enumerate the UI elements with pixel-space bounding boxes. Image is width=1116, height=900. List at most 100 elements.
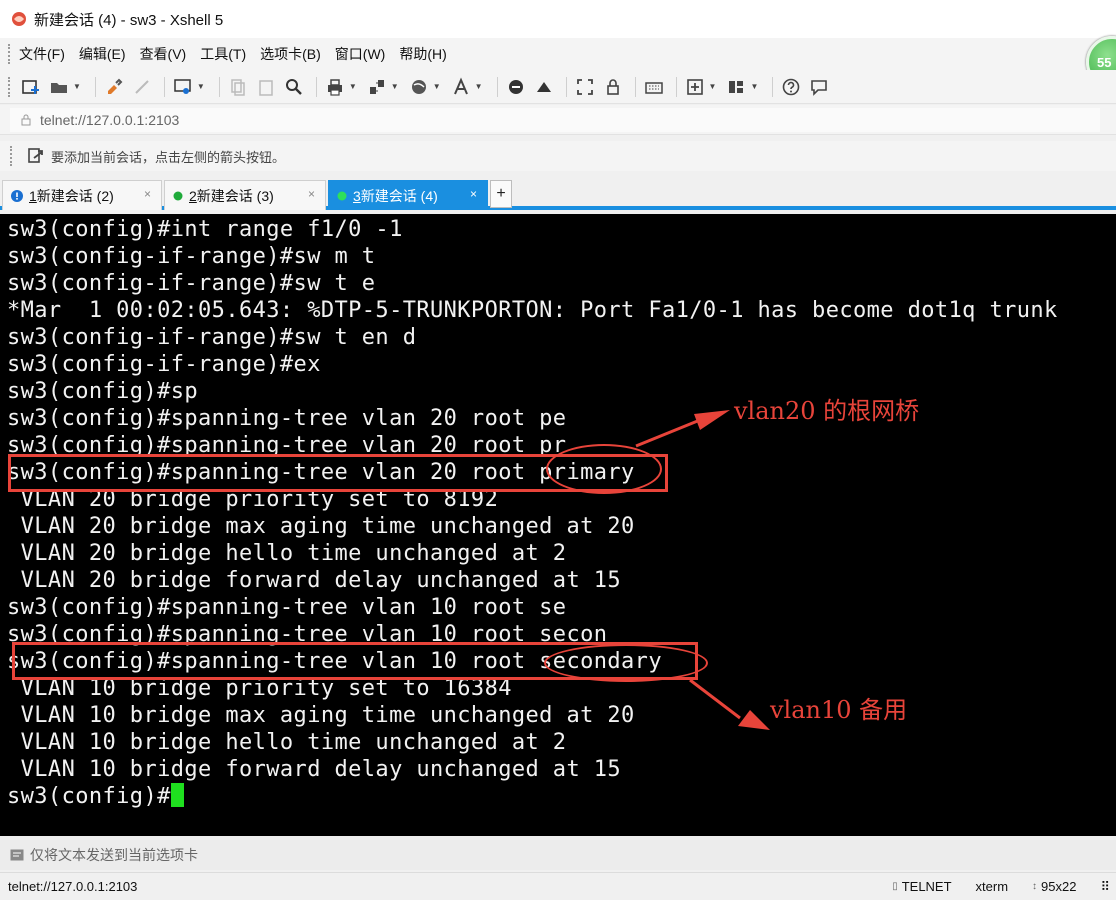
xftp-icon[interactable] <box>504 75 528 99</box>
menu-tabs[interactable]: 选项卡(B) <box>260 44 321 64</box>
menu-edit[interactable]: 编辑(E) <box>79 44 126 64</box>
menu-tools[interactable]: 工具(T) <box>200 44 246 64</box>
xshell-app-icon <box>12 12 26 26</box>
highlight-oval-secondary <box>544 644 708 682</box>
chat-icon[interactable] <box>807 75 831 99</box>
connected-status-icon <box>173 191 183 200</box>
status-bar: telnet://127.0.0.1:2103 ▯ TELNET xterm ↕ 9… <box>0 872 1116 900</box>
status-terminal-type: xterm <box>975 879 1009 894</box>
terminal-prompt: sw3(config)# <box>7 784 171 809</box>
terminal-line: VLAN 20 bridge max aging time unchanged … <box>7 514 635 539</box>
terminal-line: VLAN 10 bridge max aging time unchanged … <box>7 703 635 728</box>
highlight-oval-primary <box>546 444 662 494</box>
transfer-icon[interactable] <box>365 75 389 99</box>
annotation-vlan20-root: vlan20 的根网桥 <box>734 397 920 425</box>
transfer-dropdown-caret-icon[interactable]: ▼ <box>391 82 399 91</box>
terminal-prompt-line: sw3(config)# <box>7 783 184 810</box>
reconnect-icon[interactable] <box>102 75 126 99</box>
tab-label: 新建会话 (4) <box>360 187 438 204</box>
lock-icon[interactable] <box>601 75 625 99</box>
terminal-line: sw3(config-if-range)#sw m t <box>7 244 376 269</box>
keyboard-icon[interactable] <box>642 75 666 99</box>
terminal-cursor <box>170 783 184 807</box>
title-bar: 新建会话 (4) - sw3 - Xshell 5 <box>0 0 1116 38</box>
annotation-vlan10-backup: vlan10 备用 <box>770 696 908 724</box>
warning-icon <box>11 189 23 202</box>
protocol-lock-icon: ▯ <box>892 881 898 892</box>
print-icon[interactable] <box>323 75 347 99</box>
tab-bar: 1 新建会话 (2) × 2 新建会话 (3) × 3 新建会话 (4) × + <box>0 176 1116 210</box>
window-title: 新建会话 (4) - sw3 - Xshell 5 <box>34 11 224 29</box>
menu-help[interactable]: 帮助(H) <box>399 44 446 64</box>
tab-session-3[interactable]: 2 新建会话 (3) × <box>164 180 326 210</box>
layout-icon[interactable] <box>724 75 748 99</box>
terminal-line: VLAN 10 bridge forward delay unchanged a… <box>7 757 622 782</box>
toolbar: ▼ ▼ ▼ ▼ ▼ ▼ ▼ ▼ <box>0 70 1116 104</box>
tab-close-icon[interactable]: × <box>470 187 477 201</box>
tab-label: 新建会话 (2) <box>36 187 114 204</box>
terminal-line: VLAN 20 bridge hello time unchanged at 2 <box>7 541 567 566</box>
hint-text: 要添加当前会话，点击左侧的箭头按钮。 <box>51 149 286 165</box>
font-dropdown-caret-icon[interactable]: ▼ <box>475 82 483 91</box>
connected-status-icon <box>337 191 347 200</box>
address-value: telnet://127.0.0.1:2103 <box>40 111 180 128</box>
add-tab-dropdown-caret-icon[interactable]: ▼ <box>709 82 717 91</box>
menubar-grip[interactable] <box>8 44 11 64</box>
terminal-line: sw3(config-if-range)#sw t e <box>7 271 376 296</box>
fullscreen-icon[interactable] <box>573 75 597 99</box>
terminal-area[interactable]: sw3(config)#int range f1/0 -1 sw3(config… <box>0 214 1116 836</box>
terminal-line: VLAN 10 bridge hello time unchanged at 2 <box>7 730 567 755</box>
new-tab-button[interactable]: + <box>490 180 512 208</box>
tab-close-icon[interactable]: × <box>308 187 315 201</box>
add-tab-icon[interactable] <box>683 75 707 99</box>
tab-close-icon[interactable]: × <box>144 187 151 201</box>
properties-dropdown-caret-icon[interactable]: ▼ <box>197 82 205 91</box>
toolbar-grip[interactable] <box>8 76 11 97</box>
terminal-line: *Mar 1 00:02:05.643: %DTP-5-TRUNKPORTON:… <box>7 298 1058 323</box>
new-session-icon[interactable] <box>19 75 43 99</box>
xshell-icon[interactable] <box>532 75 556 99</box>
send-bar-text: 仅将文本发送到当前选项卡 <box>30 847 198 863</box>
terminal-line: sw3(config)#int range f1/0 -1 <box>7 217 403 242</box>
menu-bar: 文件(F) 编辑(E) 查看(V) 工具(T) 选项卡(B) 窗口(W) 帮助(… <box>0 38 1116 70</box>
terminal-line: sw3(config)#spanning-tree vlan 10 root s… <box>7 595 567 620</box>
open-folder-icon[interactable] <box>47 75 71 99</box>
terminal-line: VLAN 20 bridge forward delay unchanged a… <box>7 568 622 593</box>
print-dropdown-caret-icon[interactable]: ▼ <box>349 82 357 91</box>
terminal-line: sw3(config)#spanning-tree vlan 20 root p… <box>7 406 567 431</box>
menu-window[interactable]: 窗口(W) <box>335 44 386 64</box>
tab-session-4[interactable]: 3 新建会话 (4) × <box>328 180 488 210</box>
hint-bar: 要添加当前会话，点击左侧的箭头按钮。 <box>0 141 1116 171</box>
help-icon[interactable] <box>779 75 803 99</box>
find-icon[interactable] <box>282 75 306 99</box>
terminal-line: sw3(config-if-range)#sw t en d <box>7 325 417 350</box>
tab-label: 新建会话 (3) <box>196 187 274 204</box>
send-bar[interactable]: 仅将文本发送到当前选项卡 <box>0 840 1116 870</box>
status-address: telnet://127.0.0.1:2103 <box>8 879 138 894</box>
properties-icon[interactable] <box>171 75 195 99</box>
resize-grip-icon[interactable]: ⠿ <box>1100 879 1110 895</box>
address-bar: telnet://127.0.0.1:2103 <box>0 105 1116 135</box>
protocol-label: TELNET <box>901 879 952 894</box>
menu-file[interactable]: 文件(F) <box>19 44 65 64</box>
padlock-icon <box>21 114 31 125</box>
terminal-line: sw3(config-if-range)#ex <box>7 352 321 377</box>
tab-number: 3 <box>353 187 361 204</box>
font-icon[interactable] <box>449 75 473 99</box>
add-session-arrow-icon[interactable] <box>27 147 45 165</box>
status-protocol: ▯ TELNET <box>892 879 951 894</box>
size-label: 95x22 <box>1041 879 1077 894</box>
open-dropdown-caret-icon[interactable]: ▼ <box>73 82 81 91</box>
globe-icon[interactable] <box>407 75 431 99</box>
globe-dropdown-caret-icon[interactable]: ▼ <box>433 82 441 91</box>
copy-icon[interactable] <box>226 75 250 99</box>
disconnect-icon[interactable] <box>130 75 154 99</box>
hintbar-grip[interactable] <box>10 146 13 166</box>
tab-session-2[interactable]: 1 新建会话 (2) × <box>2 180 162 210</box>
tab-number: 1 <box>29 187 37 204</box>
resize-icon: ↕ <box>1032 881 1038 892</box>
menu-view[interactable]: 查看(V) <box>140 44 187 64</box>
paste-icon[interactable] <box>254 75 278 99</box>
layout-dropdown-caret-icon[interactable]: ▼ <box>750 82 758 91</box>
address-input[interactable]: telnet://127.0.0.1:2103 <box>10 107 1100 132</box>
